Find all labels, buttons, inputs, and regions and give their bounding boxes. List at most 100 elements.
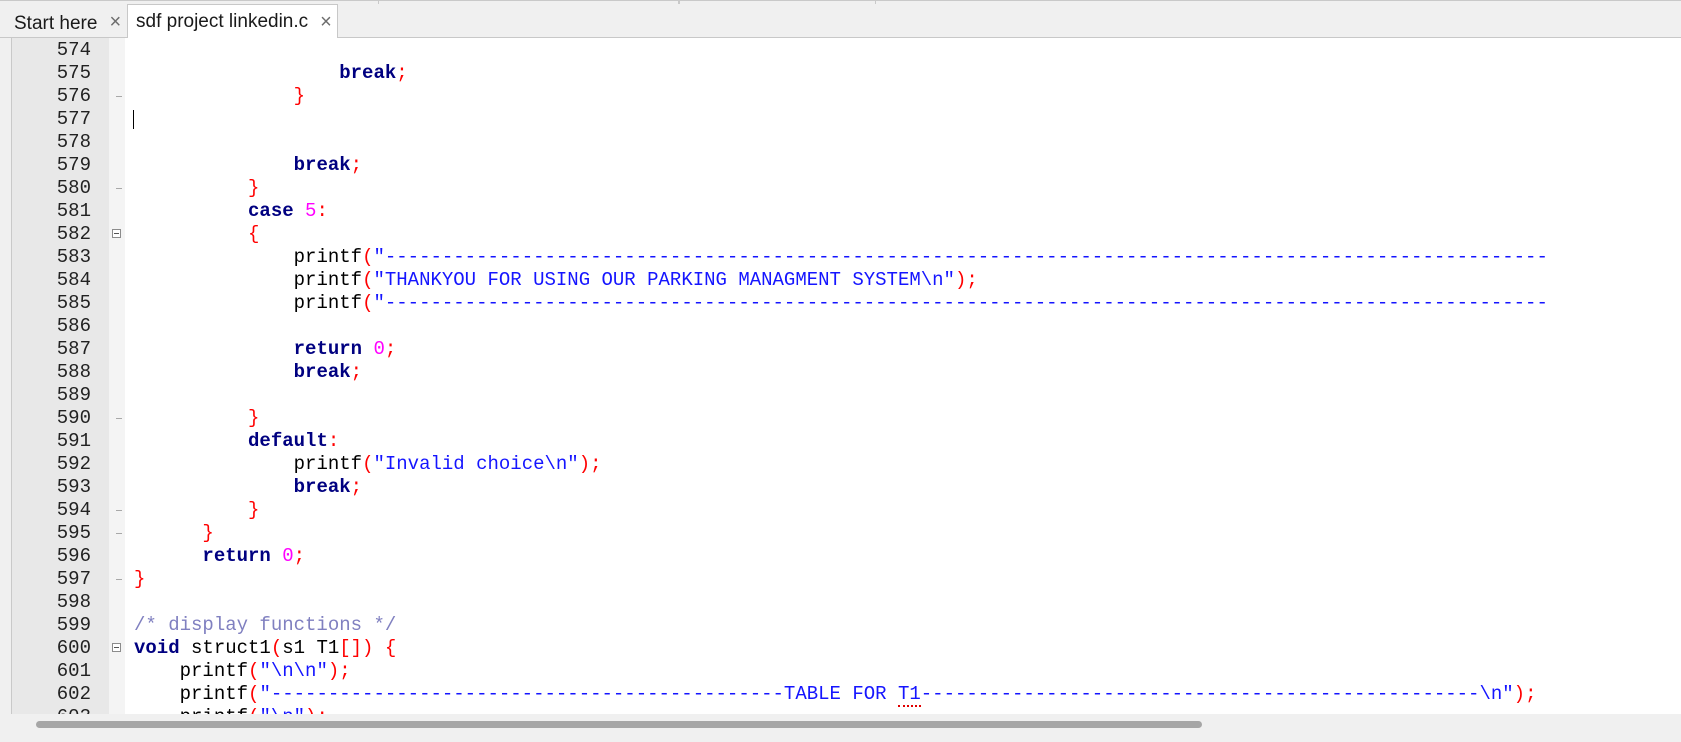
fold-end-marker [112,499,122,522]
close-icon[interactable]: × [320,11,332,34]
code-text[interactable]: break; [134,361,362,384]
code-line[interactable]: 575 break; [12,62,1681,85]
code-text[interactable]: return 0; [134,545,305,568]
code-line[interactable]: 597} [12,568,1681,591]
line-number: 574 [56,39,91,61]
code-text[interactable]: } [134,499,259,522]
code-line[interactable]: 583 printf("----------------------------… [12,246,1681,269]
code-text[interactable]: printf("Invalid choice\n"); [134,453,602,476]
code-line[interactable]: 603 printf("\n"); [12,706,1681,714]
fold-end-marker [112,568,122,591]
code-text[interactable]: /* display functions */ [134,614,396,637]
fold-collapse-icon[interactable] [112,637,122,660]
editor-tab-bar: Start here × sdf project linkedin.c × [0,4,1681,39]
code-line[interactable]: 600 void struct1(s1 T1[]) { [12,637,1681,660]
code-line[interactable]: 587 return 0; [12,338,1681,361]
code-line[interactable]: 589 [12,384,1681,407]
code-line[interactable]: 602 printf("----------------------------… [12,683,1681,707]
code-text[interactable]: printf("--------------------------------… [134,292,1548,315]
code-text[interactable]: } [134,522,213,545]
horizontal-scrollbar[interactable] [0,714,1681,742]
code-text[interactable]: } [134,407,259,430]
token-kw: break [293,476,351,498]
code-text[interactable]: printf("THANKYOU FOR USING OUR PARKING M… [134,269,978,292]
token-cm: /* display functions */ [134,614,397,636]
close-icon[interactable]: × [109,11,121,34]
code-text[interactable]: printf("--------------------------------… [134,683,1536,707]
line-number: 595 [56,522,91,544]
code-line[interactable]: 598 [12,591,1681,614]
scrollbar-thumb[interactable] [36,721,1202,728]
code-text[interactable]: } [134,177,259,200]
code-line[interactable]: 596 return 0; [12,545,1681,568]
code-text[interactable]: default: [134,430,339,453]
code-text[interactable]: void struct1(s1 T1[]) { [134,637,396,660]
fold-collapse-icon[interactable] [112,223,122,246]
code-line[interactable]: 588 break; [12,361,1681,384]
code-line[interactable]: 576 } [12,85,1681,108]
token-st: ----------------------------------------… [920,683,1514,705]
tab-start-here[interactable]: Start here × [0,4,127,38]
code-line[interactable]: 591 default: [12,430,1681,453]
code-text[interactable]: printf("--------------------------------… [134,246,1548,269]
token-num: 0 [282,545,294,567]
token-kw: break [293,361,351,383]
code-text[interactable]: { [134,223,259,246]
token-br: : [316,200,328,222]
tab-sdf-project-linkedin-c[interactable]: sdf project linkedin.c × [127,4,338,39]
token-st: "---------------------------------------… [259,683,898,705]
code-line[interactable]: 574 [12,39,1681,62]
token-st: "\n" [259,706,305,714]
token-br: } [248,407,260,429]
code-line[interactable]: 578 [12,131,1681,154]
line-number: 584 [56,269,91,291]
token-br: ( [362,269,374,291]
code-line[interactable]: 580 } [12,177,1681,200]
token-num: 5 [305,200,317,222]
token-fn: printf [293,292,363,314]
code-line[interactable]: 577 [12,108,1681,131]
line-number: 580 [56,177,91,199]
code-text[interactable]: printf("\n\n"); [134,660,351,683]
code-line[interactable]: 586 [12,315,1681,338]
code-line[interactable]: 579 break; [12,154,1681,177]
code-text[interactable]: case 5: [134,200,328,223]
code-text[interactable]: printf("\n"); [134,706,328,714]
token-br: ( [362,292,374,314]
code-text[interactable]: } [134,85,305,108]
code-text[interactable]: break; [134,476,362,499]
code-line[interactable]: 590 } [12,407,1681,430]
token-kw: case [248,200,294,222]
code-line[interactable]: 593 break; [12,476,1681,499]
code-line[interactable]: 585 printf("----------------------------… [12,292,1681,315]
line-number: 590 [56,407,91,429]
code-line[interactable]: 582 { [12,223,1681,246]
token-br: []) [339,637,374,659]
code-line[interactable]: 601 printf("\n\n"); [12,660,1681,683]
line-number: 594 [56,499,91,521]
code-line[interactable]: 595 } [12,522,1681,545]
code-text[interactable]: break; [134,62,407,85]
code-text[interactable]: } [134,568,145,591]
code-line[interactable]: 581 case 5: [12,200,1681,223]
code-text[interactable]: break; [134,154,362,177]
code-text[interactable]: return 0; [134,338,397,361]
code-line[interactable]: 592 printf("Invalid choice\n"); [12,453,1681,476]
code-line[interactable]: 584 printf("THANKYOU FOR USING OUR PARKI… [12,269,1681,292]
line-number: 576 [56,85,91,107]
tab-label: sdf project linkedin.c [136,11,309,32]
code-line[interactable]: 599 /* display functions */ [12,614,1681,637]
line-number: 600 [56,637,91,659]
code-line[interactable]: 594 } [12,499,1681,522]
code-editor[interactable]: 574 575 break; 576 } 577 578 579 break; 580 } 5… [11,38,1681,714]
fold-end-marker [112,85,122,108]
